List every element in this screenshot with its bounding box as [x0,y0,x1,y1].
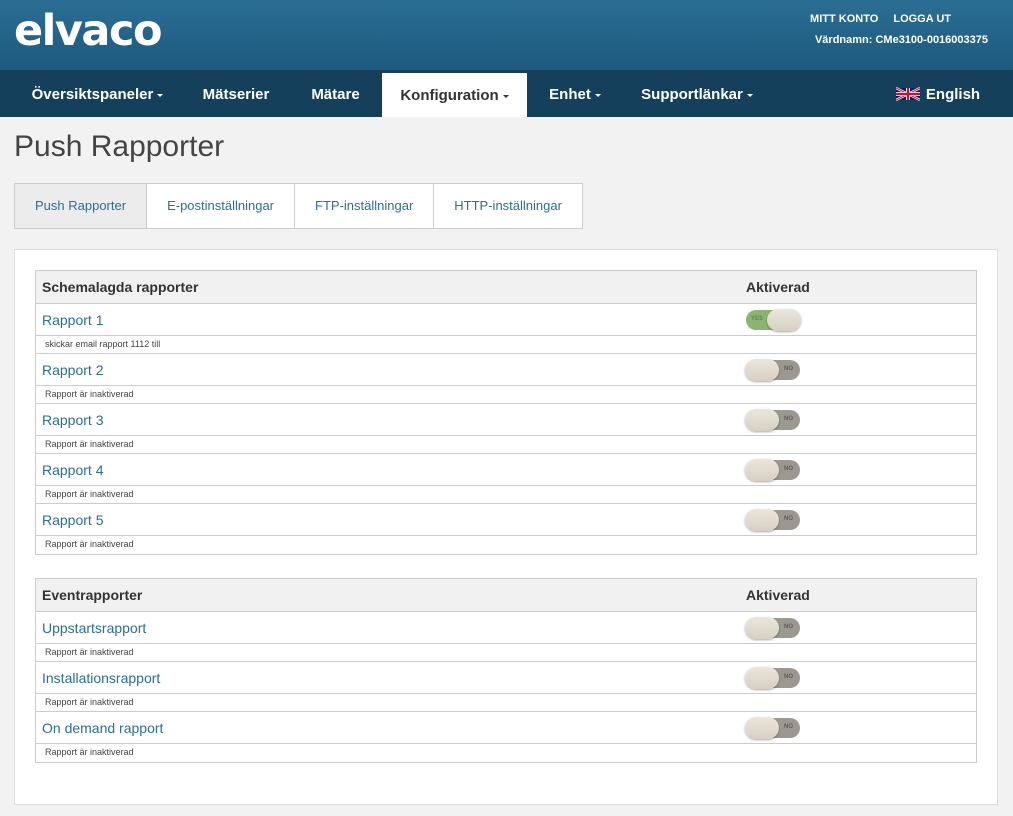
tab-push-rapporter[interactable]: Push Rapporter [15,184,148,228]
column-header-name: Schemalagda rapporter [42,279,199,295]
uk-flag-icon [895,87,920,101]
main-nav: Översiktspaneler Mätserier Mätare Konfig… [0,70,1013,117]
nav-item-enhet[interactable]: Enhet [540,70,610,117]
nav-item-supportlankar[interactable]: Supportlänkar [630,70,764,117]
report-link[interactable]: Rapport 4 [42,462,103,478]
page-title: Push Rapporter [14,130,225,163]
nav-label: Mätare [311,86,360,103]
report-description: Rapport är inaktiverad [45,539,134,549]
toggle-label: NO [784,416,793,422]
table-row: Rapport 5 NO [36,504,976,536]
toggle-knob [745,617,779,639]
toggle-knob [745,459,779,481]
table-row: Installationsrapport NO [36,662,976,694]
nav-item-matserier[interactable]: Mätserier [189,70,283,117]
nav-item-oversiktspaneler[interactable]: Översiktspaneler [20,70,175,117]
column-header-enabled: Aktiverad [746,279,810,295]
nav-label: Supportlänkar [641,86,743,103]
report-description-row: Rapport är inaktiverad [36,536,976,554]
toggle-label: NO [784,674,793,680]
enabled-toggle[interactable]: NO [745,509,800,531]
report-link[interactable]: Rapport 5 [42,512,103,528]
table-header: Schemalagda rapporter Aktiverad [36,271,976,304]
report-description-row: Rapport är inaktiverad [36,644,976,662]
caret-down-icon [157,93,164,97]
enabled-toggle[interactable]: NO [745,717,800,739]
report-link[interactable]: Rapport 2 [42,362,103,378]
caret-down-icon [746,93,753,97]
account-links: MITT KONTO LOGGA UT [798,13,951,25]
enabled-toggle[interactable]: NO [745,617,800,639]
column-header-enabled: Aktiverad [746,587,810,603]
table-row: On demand rapport NO [36,712,976,744]
toggle-label: NO [784,466,793,472]
report-link[interactable]: Rapport 1 [42,312,103,328]
caret-down-icon [594,93,601,97]
tab-ftp[interactable]: FTP-inställningar [295,184,435,228]
report-description-row: Rapport är inaktiverad [36,486,976,504]
toggle-knob [767,309,801,331]
toggle-knob [745,667,779,689]
table-row: Rapport 4 NO [36,454,976,486]
enabled-toggle[interactable]: NO [745,667,800,689]
logout-link[interactable]: LOGGA UT [893,13,951,25]
toggle-label: NO [784,624,793,630]
report-description: skickar email rapport 1112 till [45,339,161,349]
app-header: elvaco MITT KONTO LOGGA UT Värdnamn: CMe… [0,0,1013,70]
toggle-knob [745,717,779,739]
nav-item-matare[interactable]: Mätare [298,70,373,117]
nav-label: Konfiguration [400,87,499,104]
nav-item-konfiguration[interactable]: Konfiguration [382,73,527,117]
event-reports-table: Eventrapporter Aktiverad Uppstartsrappor… [35,578,977,763]
report-link[interactable]: Rapport 3 [42,412,103,428]
report-description: Rapport är inaktiverad [45,697,134,707]
report-description: Rapport är inaktiverad [45,647,134,657]
caret-down-icon [502,94,509,98]
report-link[interactable]: Uppstartsrapport [42,620,146,636]
table-header: Eventrapporter Aktiverad [36,579,976,612]
column-header-name: Eventrapporter [42,587,143,603]
toggle-knob [745,359,779,381]
settings-tabs: Push Rapporter E-postinställningar FTP-i… [14,183,583,229]
toggle-label: NO [784,516,793,522]
report-description-row: Rapport är inaktiverad [36,386,976,404]
enabled-toggle[interactable]: NO [745,409,800,431]
toggle-label: NO [784,366,793,372]
tab-http[interactable]: HTTP-inställningar [434,184,582,228]
toggle-knob [745,509,779,531]
nav-label: Mätserier [202,86,270,103]
nav-label: Enhet [549,86,591,103]
table-row: Rapport 1 YES [36,304,976,336]
table-row: Uppstartsrapport NO [36,612,976,644]
report-description: Rapport är inaktiverad [45,489,134,499]
language-selector[interactable]: English [888,70,988,117]
table-row: Rapport 2 NO [36,354,976,386]
toggle-label: NO [784,724,793,730]
report-description: Rapport är inaktiverad [45,389,134,399]
enabled-toggle[interactable]: NO [745,359,800,381]
my-account-link[interactable]: MITT KONTO [810,13,878,25]
report-description: Rapport är inaktiverad [45,747,134,757]
toggle-knob [745,409,779,431]
scheduled-reports-table: Schemalagda rapporter Aktiverad Rapport … [35,270,977,555]
language-label: English [925,86,981,103]
report-link[interactable]: On demand rapport [42,720,163,736]
tab-epost[interactable]: E-postinställningar [147,184,296,228]
toggle-label: YES [751,316,764,322]
report-description-row: Rapport är inaktiverad [36,694,976,712]
table-row: Rapport 3 NO [36,404,976,436]
report-link[interactable]: Installationsrapport [42,670,160,686]
report-description: Rapport är inaktiverad [45,439,134,449]
report-description-row: skickar email rapport 1112 till [36,336,976,354]
nav-label: Översiktspaneler [31,86,154,103]
report-description-row: Rapport är inaktiverad [36,436,976,454]
report-description-row: Rapport är inaktiverad [36,744,976,762]
hostname-label: Värdnamn: CMe3100-0016003375 [814,34,988,46]
enabled-toggle[interactable]: YES [746,309,801,331]
elvaco-logo[interactable]: elvaco [14,6,162,56]
enabled-toggle[interactable]: NO [745,459,800,481]
reports-panel: Schemalagda rapporter Aktiverad Rapport … [14,249,998,805]
